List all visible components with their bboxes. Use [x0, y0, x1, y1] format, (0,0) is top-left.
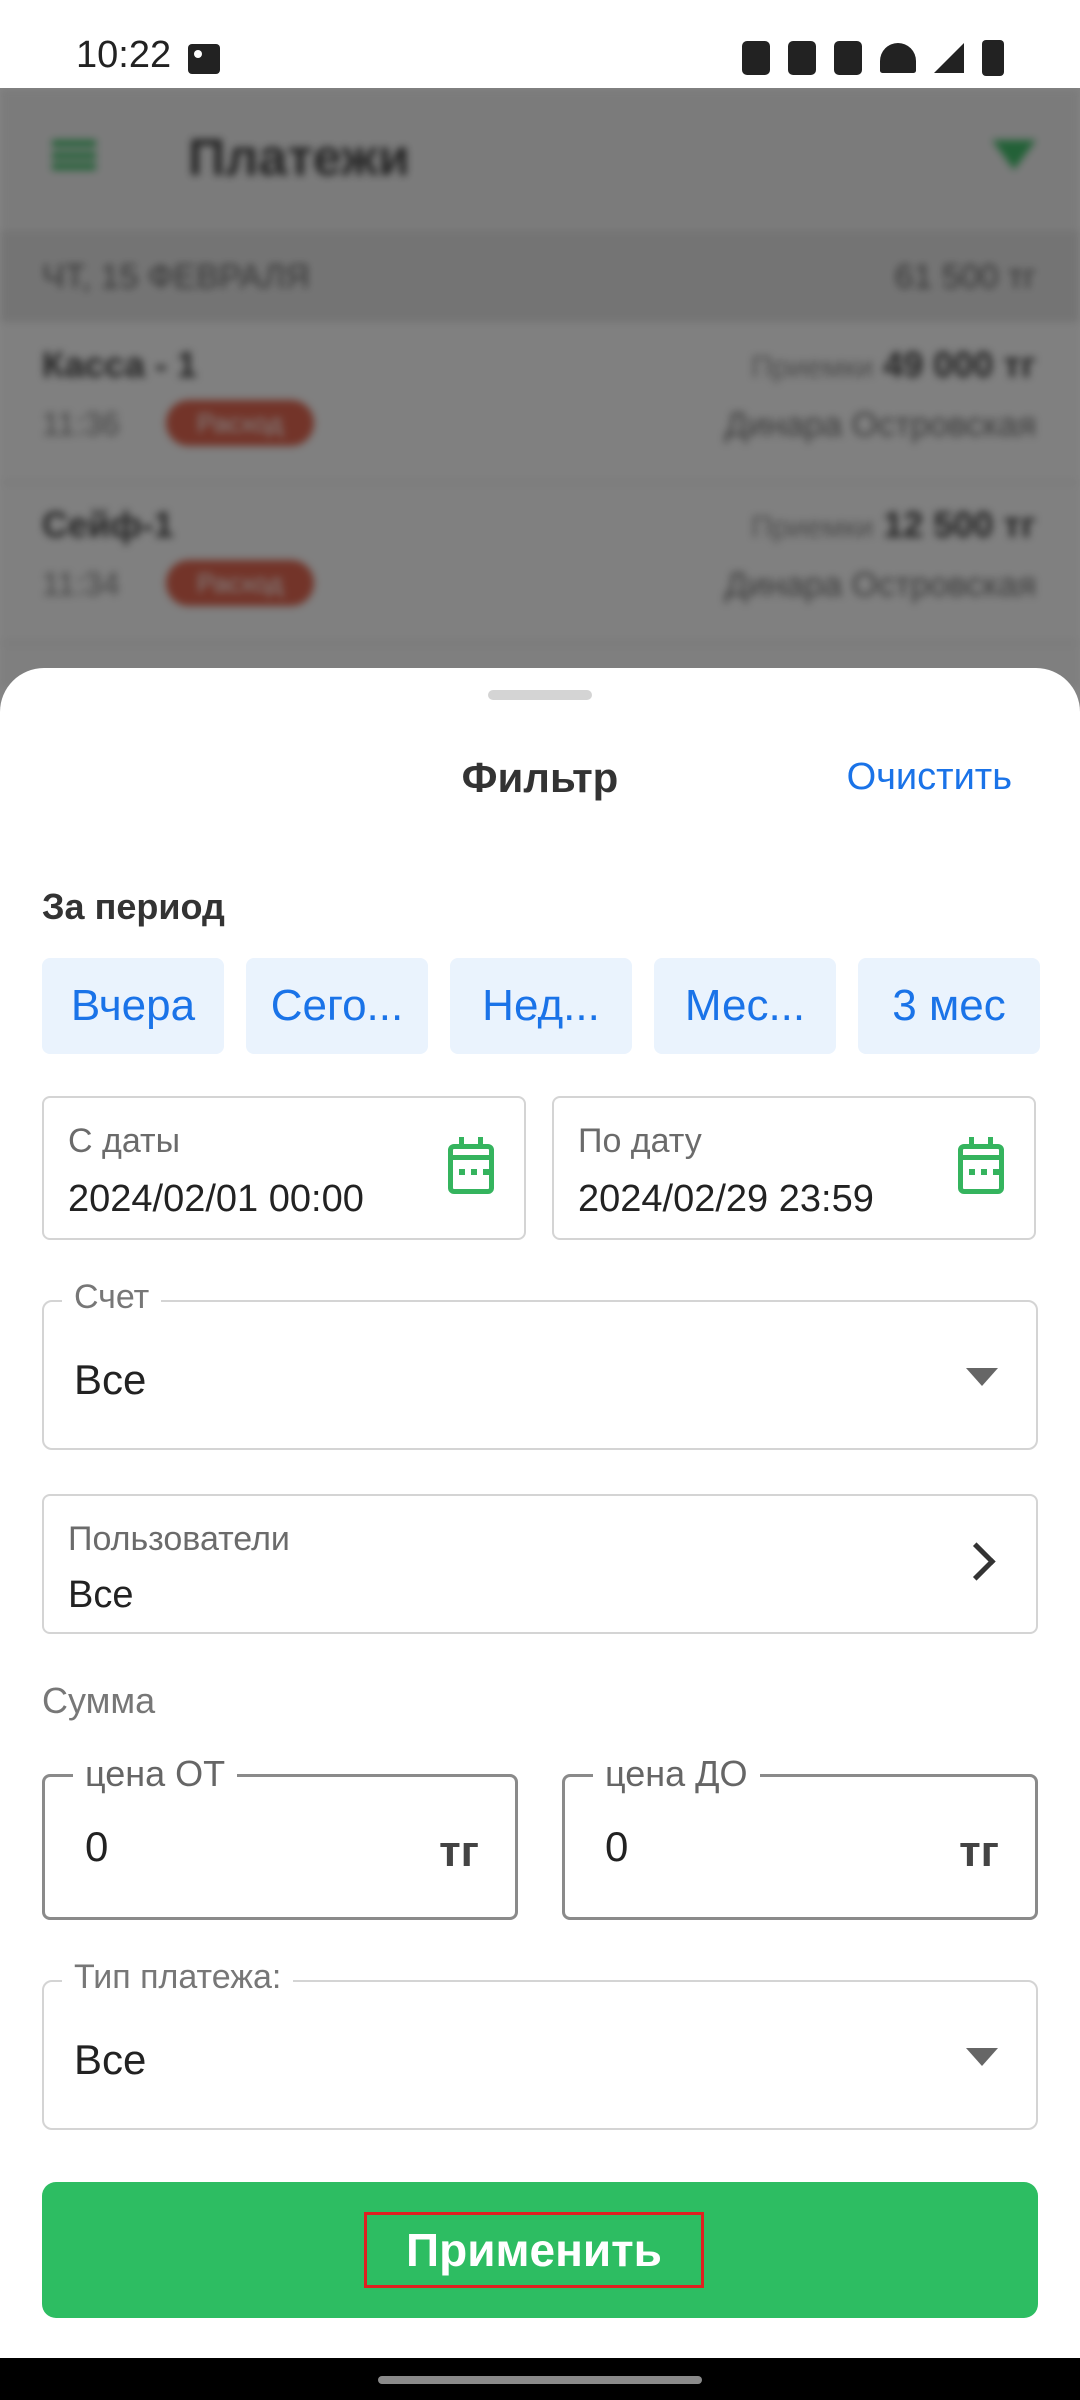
system-nav-bar	[0, 2358, 1080, 2400]
wifi-icon	[880, 43, 916, 73]
calendar-icon[interactable]	[958, 1137, 1004, 1194]
filter-bottom-sheet: Фильтр Очистить За период Вчера Сего... …	[0, 668, 1080, 2358]
account-label: Счет	[62, 1278, 162, 1317]
status-icons	[742, 40, 1004, 76]
chip-3-months[interactable]: 3 мес	[858, 958, 1040, 1054]
from-date-value: 2024/02/01 00:00	[68, 1178, 364, 1220]
gallery-notification-icon	[188, 44, 220, 74]
chip-yesterday[interactable]: Вчера	[42, 958, 224, 1054]
dropdown-arrow-icon	[966, 1368, 998, 1386]
calendar-icon[interactable]	[448, 1137, 494, 1194]
chip-month[interactable]: Мес...	[654, 958, 836, 1054]
payment-type-select[interactable]: Тип платежа: Все	[42, 1958, 1038, 2130]
to-date-field[interactable]: По дату 2024/02/29 23:59	[552, 1096, 1036, 1240]
price-to-value: 0	[605, 1823, 629, 1870]
status-bar: 10:22	[0, 0, 1080, 88]
price-from-label: цена ОТ	[73, 1753, 238, 1795]
signal-icon	[934, 43, 964, 73]
sheet-drag-handle[interactable]	[488, 690, 592, 700]
currency-unit: тг	[959, 1827, 999, 1876]
period-chips: Вчера Сего... Нед... Мес... 3 мес	[42, 958, 1040, 1054]
to-date-value: 2024/02/29 23:59	[578, 1178, 874, 1220]
sum-label: Сумма	[42, 1680, 156, 1721]
screen: 10:22 Платежи ЧТ, 15 ФЕВРАЛЯ 61 500 тг К…	[0, 0, 1080, 2400]
apply-button-label: Применить	[364, 2212, 704, 2288]
price-from-value: 0	[85, 1823, 109, 1870]
period-label: За период	[42, 886, 225, 927]
from-date-label: С даты	[68, 1122, 181, 1160]
battery-icon	[982, 40, 1004, 76]
users-label: Пользователи	[68, 1520, 290, 1558]
payment-type-label: Тип платежа:	[62, 1958, 294, 1997]
battery-saver-icon	[742, 41, 770, 75]
chip-week[interactable]: Нед...	[450, 958, 632, 1054]
account-select[interactable]: Счет Все	[42, 1278, 1038, 1450]
home-gesture-pill[interactable]	[378, 2376, 702, 2384]
currency-unit: тг	[439, 1827, 479, 1876]
price-to-label: цена ДО	[593, 1753, 760, 1795]
clear-button[interactable]: Очистить	[847, 756, 1012, 799]
chevron-right-icon	[957, 1542, 996, 1581]
mute-icon	[834, 41, 862, 75]
price-from-field[interactable]: цена ОТ 0 тг	[42, 1753, 518, 1920]
status-time: 10:22	[76, 34, 172, 76]
users-value: Все	[68, 1574, 134, 1616]
from-date-field[interactable]: С даты 2024/02/01 00:00	[42, 1096, 526, 1240]
apply-button[interactable]: Применить	[42, 2182, 1038, 2318]
payment-type-value: Все	[74, 2036, 147, 2083]
account-value: Все	[74, 1356, 147, 1403]
alarm-icon	[788, 41, 816, 75]
chip-today[interactable]: Сего...	[246, 958, 428, 1054]
dropdown-arrow-icon	[966, 2048, 998, 2066]
users-selector[interactable]: Пользователи Все	[42, 1494, 1038, 1634]
to-date-label: По дату	[578, 1122, 702, 1160]
price-to-field[interactable]: цена ДО 0 тг	[562, 1753, 1038, 1920]
